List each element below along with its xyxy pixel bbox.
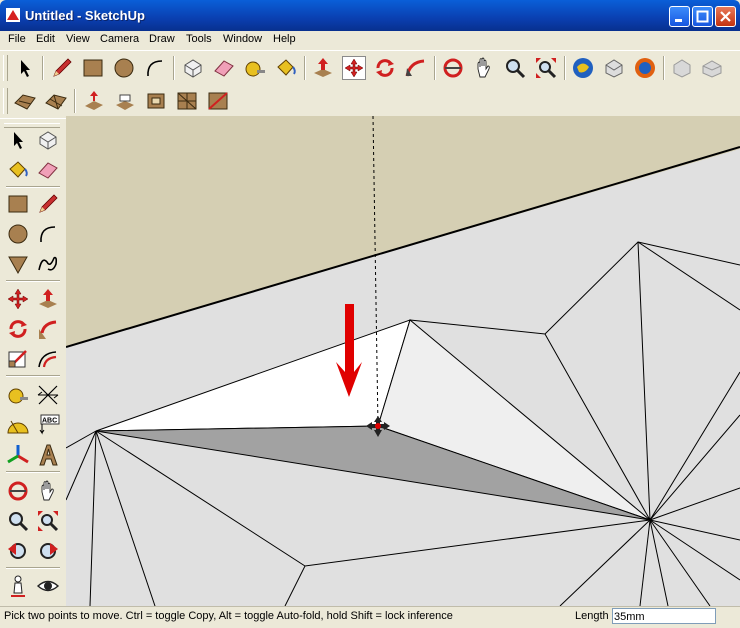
- toolbar-grip[interactable]: [3, 55, 8, 81]
- eraser-icon[interactable]: [212, 56, 236, 80]
- follow-me-icon[interactable]: [36, 317, 60, 341]
- smoove-icon[interactable]: [82, 89, 106, 113]
- model-canvas: [66, 116, 740, 606]
- next-view-icon[interactable]: [36, 539, 60, 563]
- make-component-icon[interactable]: [181, 56, 205, 80]
- menu-view[interactable]: View: [66, 33, 90, 45]
- menu-edit[interactable]: Edit: [36, 33, 55, 45]
- title-bar: Untitled - SketchUp: [0, 0, 740, 31]
- orbit-icon[interactable]: [441, 56, 465, 80]
- arc-icon[interactable]: [36, 222, 60, 246]
- paint-bucket-icon[interactable]: [274, 56, 298, 80]
- push-pull-icon[interactable]: [311, 56, 335, 80]
- offset-icon[interactable]: [36, 347, 60, 371]
- position-camera-icon[interactable]: [6, 574, 30, 598]
- drawing-area[interactable]: [66, 116, 740, 606]
- pencil-icon[interactable]: [50, 56, 74, 80]
- text-tool-label: ABC: [42, 418, 57, 425]
- sandbox-from-scratch-icon[interactable]: [44, 89, 68, 113]
- drape-icon[interactable]: [144, 89, 168, 113]
- previous-view-icon[interactable]: [6, 539, 30, 563]
- dimension-icon[interactable]: [36, 383, 60, 407]
- polygon-icon[interactable]: [6, 252, 30, 276]
- share-component-icon[interactable]: [633, 56, 657, 80]
- rectangle-icon[interactable]: [81, 56, 105, 80]
- maximize-button[interactable]: [692, 6, 713, 27]
- flip-edge-icon[interactable]: [206, 89, 230, 113]
- large-tool-set: ABC: [0, 118, 66, 607]
- menu-bar: File Edit View Camera Draw Tools Window …: [0, 31, 740, 49]
- close-icon: [720, 11, 731, 22]
- minimize-icon: [675, 19, 682, 22]
- text-tool-icon[interactable]: ABC: [36, 413, 60, 437]
- menu-window[interactable]: Window: [223, 33, 262, 45]
- menu-file[interactable]: File: [8, 33, 26, 45]
- look-around-icon[interactable]: [36, 574, 60, 598]
- axes-icon[interactable]: [6, 443, 30, 467]
- rectangle-icon[interactable]: [6, 192, 30, 216]
- circle-icon[interactable]: [112, 56, 136, 80]
- eraser-icon[interactable]: [36, 158, 60, 182]
- freehand-icon[interactable]: [36, 252, 60, 276]
- menu-camera[interactable]: Camera: [100, 33, 139, 45]
- measurements-label: Length: [575, 610, 609, 622]
- make-component-icon[interactable]: [36, 128, 60, 152]
- tape-measure-icon[interactable]: [243, 56, 267, 80]
- measurements-box[interactable]: 35mm: [612, 608, 716, 624]
- menu-draw[interactable]: Draw: [149, 33, 175, 45]
- 3d-text-icon[interactable]: [36, 443, 60, 467]
- scale-icon[interactable]: [6, 347, 30, 371]
- menu-tools[interactable]: Tools: [186, 33, 212, 45]
- menu-help[interactable]: Help: [273, 33, 296, 45]
- main-toolbar: [0, 50, 740, 85]
- pencil-icon[interactable]: [36, 192, 60, 216]
- status-bar: Pick two points to move. Ctrl = toggle C…: [0, 606, 740, 628]
- toggle-terrain-icon[interactable]: [700, 56, 724, 80]
- zoom-icon[interactable]: [6, 509, 30, 533]
- minimize-button[interactable]: [669, 6, 690, 27]
- move-icon[interactable]: [342, 56, 366, 80]
- close-button[interactable]: [715, 6, 736, 27]
- status-hint: Pick two points to move. Ctrl = toggle C…: [4, 610, 453, 622]
- arc-icon[interactable]: [143, 56, 167, 80]
- add-location-icon[interactable]: [670, 56, 694, 80]
- sandbox-toolbar: [0, 84, 238, 118]
- window-title: Untitled - SketchUp: [25, 8, 145, 23]
- circle-icon[interactable]: [6, 222, 30, 246]
- select-tool-icon[interactable]: [6, 128, 30, 152]
- add-detail-icon[interactable]: [175, 89, 199, 113]
- zoom-window-icon[interactable]: [36, 509, 60, 533]
- push-pull-icon[interactable]: [36, 287, 60, 311]
- paint-bucket-icon[interactable]: [6, 158, 30, 182]
- toolbar-grip[interactable]: [3, 88, 8, 114]
- tape-measure-icon[interactable]: [6, 383, 30, 407]
- pan-icon[interactable]: [36, 479, 60, 503]
- zoom-icon[interactable]: [503, 56, 527, 80]
- move-icon[interactable]: [6, 287, 30, 311]
- follow-me-icon[interactable]: [404, 56, 428, 80]
- pan-icon[interactable]: [472, 56, 496, 80]
- protractor-icon[interactable]: [6, 413, 30, 437]
- maximize-icon: [696, 10, 709, 23]
- zoom-extents-icon[interactable]: [534, 56, 558, 80]
- share-model-icon[interactable]: [602, 56, 626, 80]
- orbit-icon[interactable]: [6, 479, 30, 503]
- sandbox-from-contours-icon[interactable]: [13, 89, 37, 113]
- sketchup-app-icon: [6, 8, 20, 22]
- get-models-icon[interactable]: [571, 56, 595, 80]
- rotate-icon[interactable]: [373, 56, 397, 80]
- stamp-icon[interactable]: [113, 89, 137, 113]
- rotate-icon[interactable]: [6, 317, 30, 341]
- select-tool-icon[interactable]: [13, 56, 37, 80]
